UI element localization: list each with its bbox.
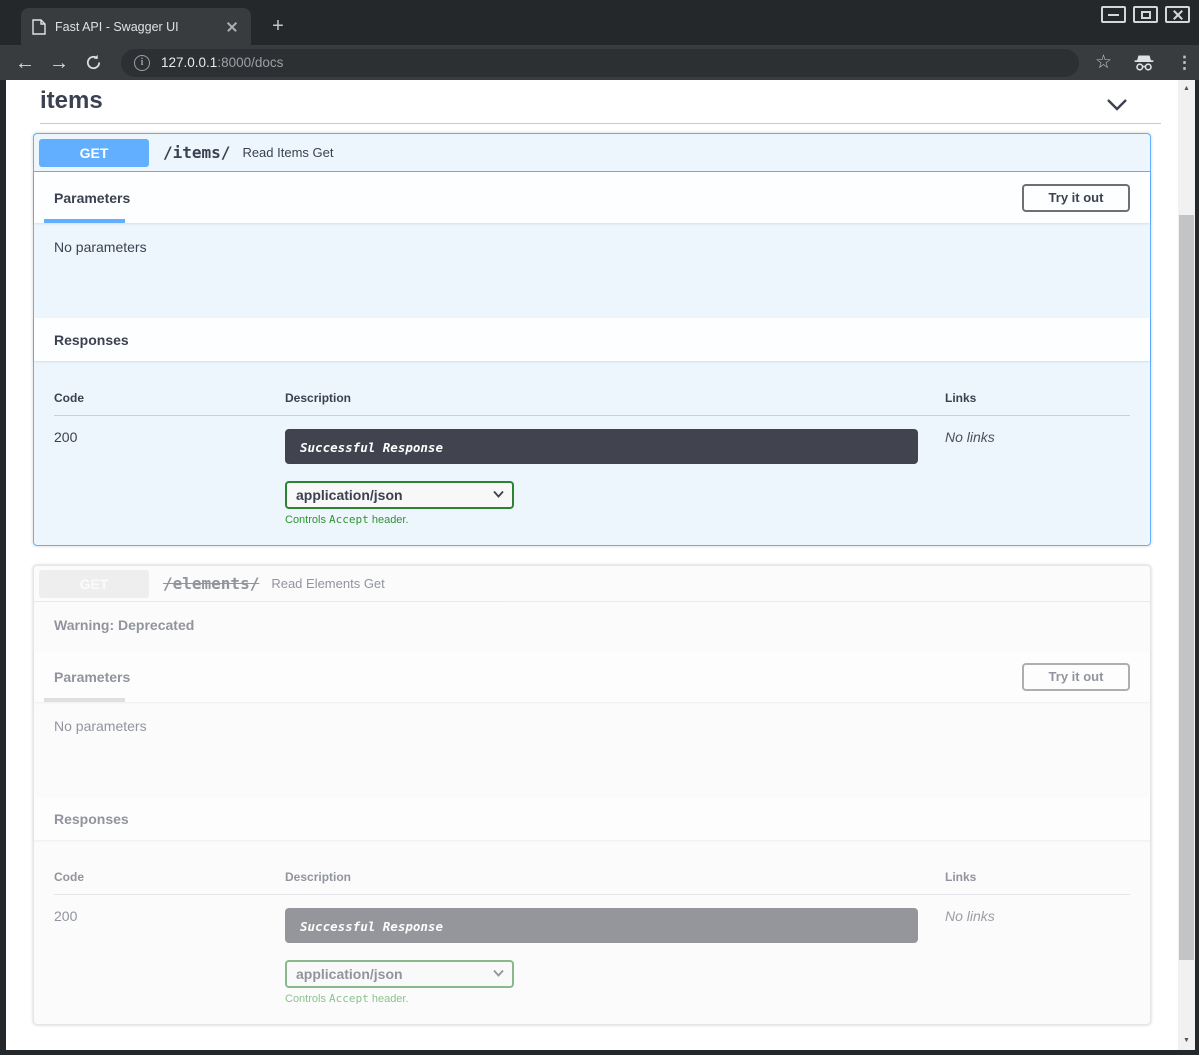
parameters-body: No parameters xyxy=(34,223,1150,318)
parameters-header: Parameters Try it out xyxy=(34,651,1150,702)
code-column-header: Code xyxy=(54,870,285,884)
response-row: 200 Successful Response application/json… xyxy=(54,416,1130,526)
maximize-icon xyxy=(1141,11,1151,19)
tag-section-header[interactable]: items xyxy=(40,87,1161,121)
chevron-down-icon[interactable] xyxy=(1105,95,1129,113)
responses-body: Code Description Links 200 Successful Re… xyxy=(34,361,1150,526)
parameters-title: Parameters xyxy=(54,190,130,206)
responses-body: Code Description Links 200 Successful Re… xyxy=(34,840,1150,1005)
response-description-box: Successful Response xyxy=(285,429,918,464)
swagger-content: items GET /items/ Read Items Get Paramet… xyxy=(6,80,1178,1050)
deprecated-warning: Warning: Deprecated xyxy=(34,602,1150,651)
try-it-out-button[interactable]: Try it out xyxy=(1022,184,1130,212)
operation-summary: Read Elements Get xyxy=(271,576,384,591)
responses-table-header: Code Description Links xyxy=(54,391,1130,416)
response-description-cell: Successful Response application/json Con… xyxy=(285,429,945,526)
opblock-get-items: GET /items/ Read Items Get Parameters Tr… xyxy=(33,133,1151,546)
tag-divider xyxy=(40,123,1161,124)
incognito-icon xyxy=(1132,54,1156,72)
media-type-select-wrap: application/json xyxy=(285,481,514,509)
operation-summary-bar[interactable]: GET /elements/ Read Elements Get xyxy=(34,566,1150,602)
back-button[interactable]: ← xyxy=(10,48,40,78)
links-value: No links xyxy=(945,908,1130,1005)
responses-title: Responses xyxy=(54,332,129,348)
close-icon xyxy=(1172,9,1184,21)
method-badge[interactable]: GET xyxy=(39,570,149,598)
minimize-icon xyxy=(1108,14,1119,16)
operation-path[interactable]: /elements/ xyxy=(163,574,259,593)
tag-title: items xyxy=(40,87,103,114)
forward-button[interactable]: → xyxy=(44,48,74,78)
url-text[interactable]: 127.0.0.1:8000/docs xyxy=(161,55,283,70)
parameters-body: No parameters xyxy=(34,702,1150,797)
browser-menu-icon[interactable]: ⋮ xyxy=(1176,53,1193,73)
scrollbar-thumb[interactable] xyxy=(1179,215,1194,960)
method-badge[interactable]: GET xyxy=(39,139,149,167)
new-tab-button[interactable]: + xyxy=(265,13,291,39)
no-parameters-label: No parameters xyxy=(54,239,147,255)
browser-toolbar: ← → 127.0.0.1:8000/docs ☆ ⋮ xyxy=(0,45,1199,80)
links-column-header: Links xyxy=(945,391,1130,405)
active-tab-underline xyxy=(44,219,125,223)
operation-summary-bar[interactable]: GET /items/ Read Items Get xyxy=(34,134,1150,172)
active-tab-underline xyxy=(44,698,125,702)
window-controls xyxy=(1101,6,1190,23)
response-description-box: Successful Response xyxy=(285,908,918,943)
url-path: :8000/docs xyxy=(217,55,283,70)
media-type-select-wrap: application/json xyxy=(285,960,514,988)
scrollbar-down-arrow-icon[interactable]: ▼ xyxy=(1178,1034,1195,1048)
operation-summary: Read Items Get xyxy=(242,145,333,160)
no-parameters-label: No parameters xyxy=(54,718,147,734)
bookmark-star-icon[interactable]: ☆ xyxy=(1095,51,1112,74)
reload-button[interactable] xyxy=(78,48,108,78)
accept-header-note: Controls Accept header. xyxy=(285,513,945,526)
close-button[interactable] xyxy=(1165,6,1190,23)
parameters-header: Parameters Try it out xyxy=(34,172,1150,223)
media-type-select[interactable]: application/json xyxy=(285,481,514,509)
address-bar[interactable]: 127.0.0.1:8000/docs xyxy=(121,49,1079,77)
browser-titlebar: Fast API - Swagger UI + xyxy=(0,0,1199,45)
try-it-out-button[interactable]: Try it out xyxy=(1022,663,1130,691)
reload-icon xyxy=(85,54,102,71)
parameters-title: Parameters xyxy=(54,669,130,685)
description-column-header: Description xyxy=(285,870,945,884)
responses-header: Responses xyxy=(34,797,1150,840)
page-scrollbar[interactable]: ▲ ▼ xyxy=(1178,80,1195,1050)
document-icon xyxy=(32,19,46,35)
tab-title: Fast API - Swagger UI xyxy=(55,20,225,34)
site-info-icon[interactable] xyxy=(134,55,150,71)
response-description-cell: Successful Response application/json Con… xyxy=(285,908,945,1005)
responses-header: Responses xyxy=(34,318,1150,361)
url-host: 127.0.0.1 xyxy=(161,55,217,70)
responses-table-header: Code Description Links xyxy=(54,870,1130,895)
page-viewport: items GET /items/ Read Items Get Paramet… xyxy=(6,80,1195,1050)
toolbar-right: ☆ ⋮ xyxy=(1095,51,1193,74)
response-code: 200 xyxy=(54,908,285,1005)
opblock-get-elements-deprecated: GET /elements/ Read Elements Get Warning… xyxy=(33,565,1151,1025)
response-code: 200 xyxy=(54,429,285,526)
maximize-button[interactable] xyxy=(1133,6,1158,23)
links-value: No links xyxy=(945,429,1130,526)
scrollbar-up-arrow-icon[interactable]: ▲ xyxy=(1178,82,1195,96)
description-column-header: Description xyxy=(285,391,945,405)
minimize-button[interactable] xyxy=(1101,6,1126,23)
browser-tab[interactable]: Fast API - Swagger UI xyxy=(21,8,251,45)
links-column-header: Links xyxy=(945,870,1130,884)
media-type-select[interactable]: application/json xyxy=(285,960,514,988)
code-column-header: Code xyxy=(54,391,285,405)
operation-path[interactable]: /items/ xyxy=(163,143,230,162)
responses-title: Responses xyxy=(54,811,129,827)
accept-header-note: Controls Accept header. xyxy=(285,992,945,1005)
response-row: 200 Successful Response application/json xyxy=(54,895,1130,1005)
tab-close-icon[interactable] xyxy=(225,19,240,34)
